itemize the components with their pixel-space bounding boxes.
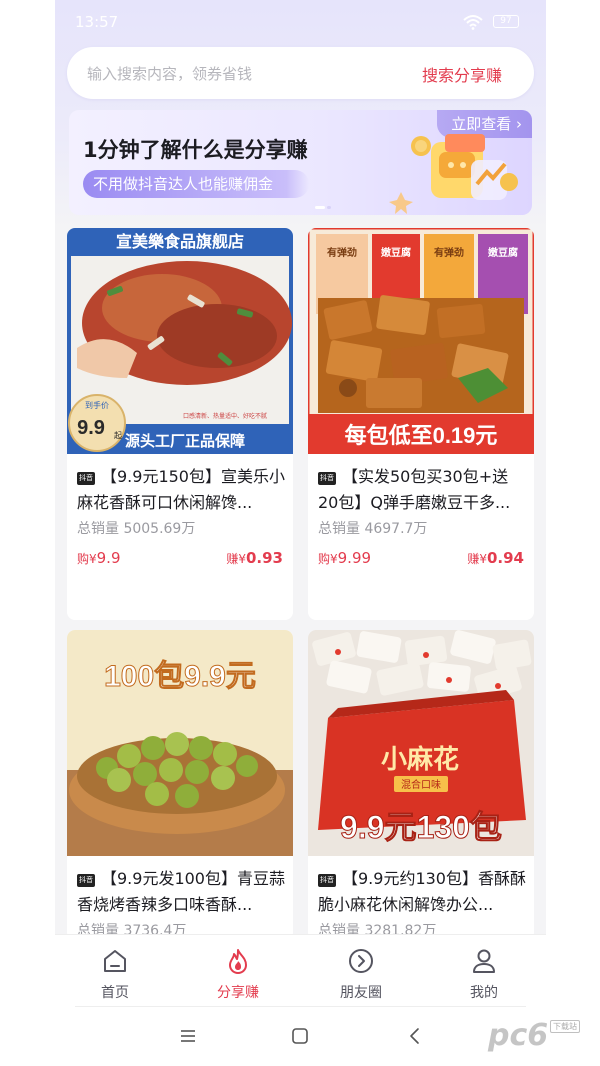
douyin-badge-icon: 抖音 — [77, 472, 95, 485]
product-sales: 总销量 4697.7万 — [318, 521, 428, 537]
product-card[interactable]: 100包9.9元 抖音 【9.9元发100包】青豆蒜香烧烤香辣多口味香酥... … — [67, 630, 293, 940]
product-commission: 赚¥0.93 — [226, 549, 283, 567]
system-navigation-bar — [55, 1006, 546, 1066]
tab-profile-label: 我的 — [470, 985, 498, 1001]
box-title-text: 小麻花 — [381, 744, 459, 774]
product-image: 宣美樂食品旗舰店 口感清新、热量适中、好吃不腻 源头工厂正品保障 到手价 9.9… — [67, 228, 293, 454]
tab-home[interactable]: 首页 — [65, 935, 165, 1007]
tab-share-earn-label: 分享赚 — [217, 985, 259, 1001]
profile-icon — [473, 949, 495, 973]
status-bar: 13:57 97 — [55, 0, 546, 44]
packet-label: 有弹劲 — [434, 246, 464, 259]
product-image: 有弹劲 嫩豆腐 有弹劲 嫩豆腐 每包低至0.19元 — [308, 228, 534, 454]
search-input[interactable]: 输入搜索内容，领券省钱 — [87, 63, 252, 84]
moments-icon — [349, 949, 373, 973]
image-overlay-text: 100包9.9元 — [104, 659, 256, 693]
product-name: 抖音 【9.9元发100包】青豆蒜香烧烤香辣多口味香酥... — [77, 869, 285, 914]
tab-share-earn[interactable]: 分享赚 — [188, 935, 288, 1007]
search-bar[interactable]: 输入搜索内容，领券省钱 搜索分享赚 — [67, 47, 534, 99]
flame-icon — [229, 949, 247, 974]
banner-subtitle: 不用做抖音达人也能赚佣金 — [83, 170, 309, 198]
divider — [75, 1006, 526, 1007]
watermark-small-text: 下载站 — [550, 1020, 580, 1033]
site-watermark-logo: pc6 下载站 — [488, 1018, 592, 1058]
tab-moments[interactable]: 朋友圈 — [311, 935, 411, 1007]
price-badge-value: 9.9 — [77, 417, 105, 439]
douyin-badge-icon: 抖音 — [77, 874, 95, 887]
banner-pager-dots — [315, 206, 331, 209]
product-sales: 总销量 5005.69万 — [77, 521, 196, 537]
search-share-button[interactable]: 搜索分享赚 — [422, 62, 502, 86]
douyin-badge-icon: 抖音 — [318, 472, 336, 485]
product-price: 购¥9.9 — [77, 549, 121, 567]
product-card[interactable]: 小麻花 混合口味 9.9元130包 抖音 【9.9元约130包】香酥酥脆小麻花休闲… — [308, 630, 534, 940]
box-subtext: 混合口味 — [401, 778, 441, 791]
price-badge-label: 到手价 — [85, 400, 109, 410]
product-name: 抖音 【9.9元约130包】香酥酥脆小麻花休闲解馋办公... — [318, 869, 526, 914]
image-banner-text: 每包低至0.19元 — [345, 423, 498, 448]
tab-profile[interactable]: 我的 — [434, 935, 534, 1007]
product-card[interactable]: 有弹劲 嫩豆腐 有弹劲 嫩豆腐 每包低至0.19元 抖音 【实发50包买30包+送… — [308, 228, 534, 620]
banner-title: 1分钟了解什么是分享赚 — [83, 138, 308, 162]
image-overlay-text: 9.9元130包 — [340, 809, 502, 845]
bottom-tab-bar: 首页 分享赚 朋友圈 我的 — [55, 934, 546, 1006]
tab-moments-label: 朋友圈 — [340, 985, 382, 1001]
home-icon — [104, 950, 126, 972]
watermark-text: pc6 — [488, 1018, 549, 1053]
promo-banner[interactable]: 1分钟了解什么是分享赚 不用做抖音达人也能赚佣金 立即查看 › — [69, 110, 532, 215]
price-badge-suffix: 起 — [114, 431, 122, 440]
douyin-badge-icon: 抖音 — [318, 874, 336, 887]
packet-label: 嫩豆腐 — [381, 246, 411, 259]
image-caption: 口感清新、热量适中、好吃不腻 — [183, 412, 267, 420]
packet-label: 嫩豆腐 — [488, 246, 518, 259]
wifi-icon — [463, 15, 483, 30]
back-arrow-icon[interactable] — [405, 1026, 425, 1046]
product-name: 抖音 【9.9元150包】宣美乐小麻花香酥可口休闲解馋... — [77, 467, 285, 512]
tab-home-label: 首页 — [101, 985, 129, 1001]
product-name: 抖音 【实发50包买30包+送20包】Q弹手磨嫩豆干多... — [318, 467, 511, 512]
product-image: 100包9.9元 — [67, 630, 293, 856]
product-image: 小麻花 混合口味 9.9元130包 — [308, 630, 534, 856]
app-screen: 13:57 97 输入搜索内容，领券省钱 搜索分享赚 1分钟了解什么是分享赚 不… — [55, 0, 546, 1066]
menu-icon[interactable] — [178, 1026, 198, 1046]
status-time: 13:57 — [75, 13, 119, 31]
image-strip-text: 源头工厂正品保障 — [125, 432, 245, 450]
product-card[interactable]: 宣美樂食品旗舰店 口感清新、热量适中、好吃不腻 源头工厂正品保障 到手价 9.9… — [67, 228, 293, 620]
home-square-icon[interactable] — [290, 1026, 310, 1046]
product-commission: 赚¥0.94 — [467, 549, 524, 567]
packet-label: 有弹劲 — [327, 246, 357, 259]
store-title: 宣美樂食品旗舰店 — [116, 232, 244, 251]
coins-illustration-icon — [389, 134, 518, 214]
battery-icon: 97 — [493, 15, 519, 28]
tofu-pile-art — [318, 295, 524, 413]
product-price: 购¥9.99 — [318, 549, 372, 567]
